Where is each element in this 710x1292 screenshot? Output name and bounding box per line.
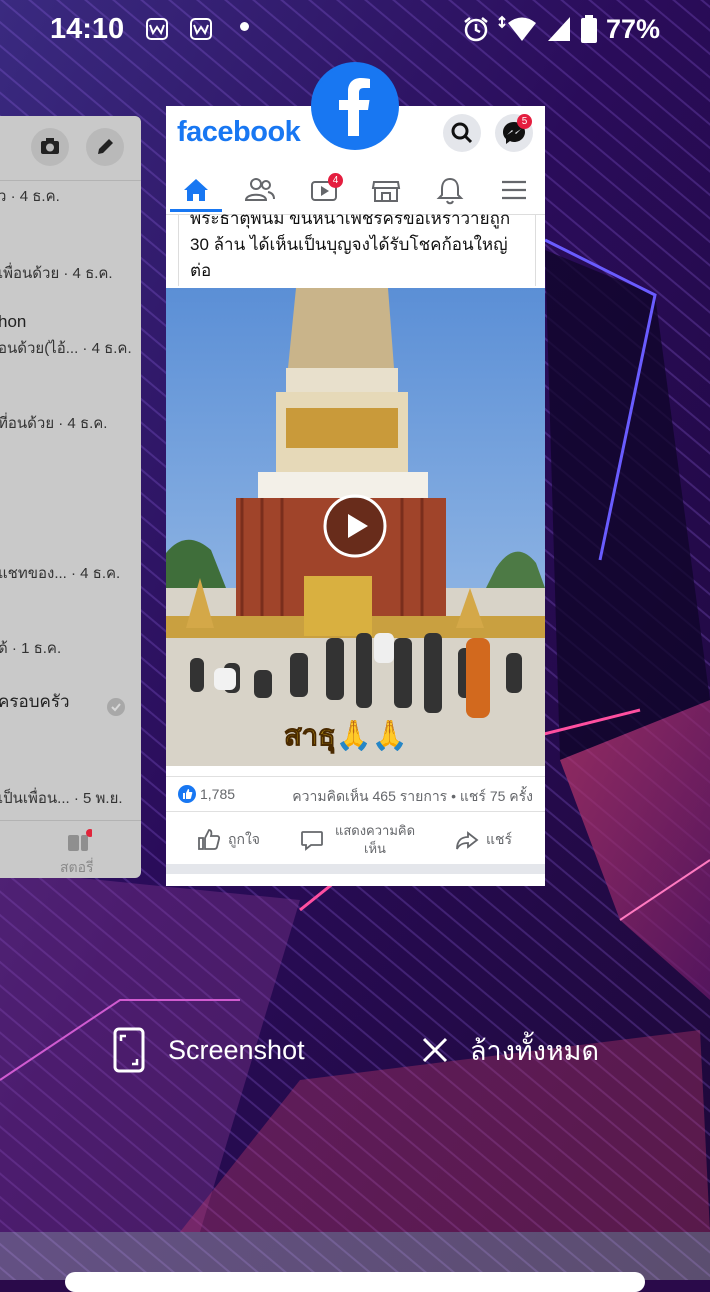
recent-app-card-facebook[interactable]: facebook 5 4 พระธาตุพนม ขนหนาเพชรครขอเหร…	[166, 106, 545, 886]
marketplace-icon	[371, 181, 401, 202]
like-button[interactable]: ถูกใจ	[196, 818, 260, 862]
facebook-app-icon[interactable]	[311, 62, 399, 150]
post-text: พระธาตุพนม ขนหนาเพชรครขอเหราวายถูก 30 ล้…	[190, 206, 545, 286]
comment-button[interactable]: แสดงความคิด เห็น	[299, 818, 425, 862]
bell-icon	[436, 177, 464, 205]
chat-preview: แชทของ... · 4 ธ.ค.	[0, 565, 121, 582]
screenshot-button[interactable]: Screenshot	[112, 1025, 305, 1075]
screenshot-icon	[113, 1027, 145, 1073]
tab-marketplace[interactable]	[364, 170, 408, 210]
facebook-f-icon	[314, 65, 396, 147]
stories-tab-label: สตอรี่	[60, 859, 94, 875]
chat-preview: ว · 4 ธ.ค.	[0, 188, 60, 205]
close-icon	[422, 1037, 448, 1063]
status-time: 14:10	[50, 13, 125, 45]
comment-label: แสดงความคิด เห็น	[334, 823, 416, 856]
play-icon[interactable]	[322, 493, 388, 559]
like-reaction-icon	[178, 785, 196, 803]
chat-preview: เป็นเพื่อน... · 5 พ.ย.	[0, 790, 123, 807]
chat-preview: อนด้วย(ไอ้... · 4 ธ.ค.	[0, 340, 132, 357]
post-text-line: 30 ล้าน ได้เห็นเป็นบุญจงได้รับโชคก้อนใหญ…	[190, 235, 508, 254]
stories-icon	[68, 829, 92, 851]
facebook-logo: facebook	[177, 116, 301, 148]
left-card-header	[0, 116, 141, 181]
camera-button[interactable]	[31, 128, 69, 166]
watch-badge: 4	[328, 173, 343, 188]
video-caption: สาธุ🙏🙏	[284, 720, 409, 753]
left-card-bottom-bar: สตอรี่	[0, 820, 141, 878]
feed-separator	[166, 864, 545, 874]
search-button[interactable]	[443, 114, 481, 152]
chat-preview: ที่อนด้วย · 4 ธ.ค.	[0, 415, 108, 432]
menu-icon	[502, 180, 526, 200]
clear-all-button[interactable]: ล้างทั้งหมด	[420, 1025, 599, 1075]
messenger-badge: 5	[517, 114, 532, 129]
post-actions: ถูกใจ แสดงความคิด เห็น แชร์	[166, 818, 545, 862]
clear-all-label: ล้างทั้งหมด	[470, 1035, 600, 1066]
like-count: 1,785	[200, 786, 236, 802]
battery-icon	[580, 15, 597, 43]
w-app-icon	[146, 18, 168, 40]
notification-dot	[240, 22, 249, 31]
status-bar: 14:10 77%	[0, 0, 710, 60]
chat-name: hon	[0, 312, 27, 331]
tab-home[interactable]	[174, 170, 218, 210]
chat-preview: เพื่อนด้วย · 4 ธ.ค.	[0, 265, 113, 282]
search-icon	[451, 122, 473, 144]
pencil-icon	[98, 139, 113, 154]
post-video[interactable]: สาธุ🙏🙏	[166, 288, 545, 766]
tab-watch[interactable]: 4	[302, 170, 346, 210]
alarm-icon	[464, 17, 488, 42]
wifi-icon	[498, 15, 536, 41]
screenshot-label: Screenshot	[168, 1034, 305, 1065]
tab-notifications[interactable]	[428, 170, 472, 210]
comments-shares-count[interactable]: ความคิดเห็น 465 รายการ • แชร์ 75 ครั้ง	[292, 786, 533, 808]
recent-app-card-left[interactable]: ว · 4 ธ.ค. เพื่อนด้วย · 4 ธ.ค. hon อนด้ว…	[0, 116, 141, 878]
tab-menu[interactable]	[492, 170, 536, 210]
home-icon	[184, 179, 208, 201]
tab-friends[interactable]	[238, 170, 282, 210]
post-text-line: ต่อ	[190, 261, 212, 280]
post-text-line: พระธาตุพนม ขนหนาเพชรครขอเหราวายถูก	[190, 209, 511, 228]
comment-icon	[301, 831, 323, 851]
like-label: ถูกใจ	[228, 831, 260, 847]
thumbs-up-icon	[198, 829, 221, 850]
check-icon	[107, 698, 125, 716]
compose-button[interactable]	[86, 128, 124, 166]
share-icon	[456, 831, 479, 850]
share-label: แชร์	[486, 831, 513, 847]
friends-icon	[244, 178, 275, 201]
share-button[interactable]: แชร์	[454, 818, 512, 862]
post-stats: 1,785 ความคิดเห็น 465 รายการ • แชร์ 75 ค…	[166, 776, 545, 812]
chat-name: ครอบครัว	[0, 692, 70, 711]
battery-percent: 77%	[605, 13, 660, 44]
camera-icon	[41, 138, 59, 154]
status-right: 77%	[462, 13, 660, 45]
signal-icon	[547, 17, 570, 41]
chat-preview: ด้ · 1 ธ.ค.	[0, 640, 62, 657]
gesture-handle[interactable]	[65, 1272, 645, 1292]
w-app-icon	[190, 18, 212, 40]
